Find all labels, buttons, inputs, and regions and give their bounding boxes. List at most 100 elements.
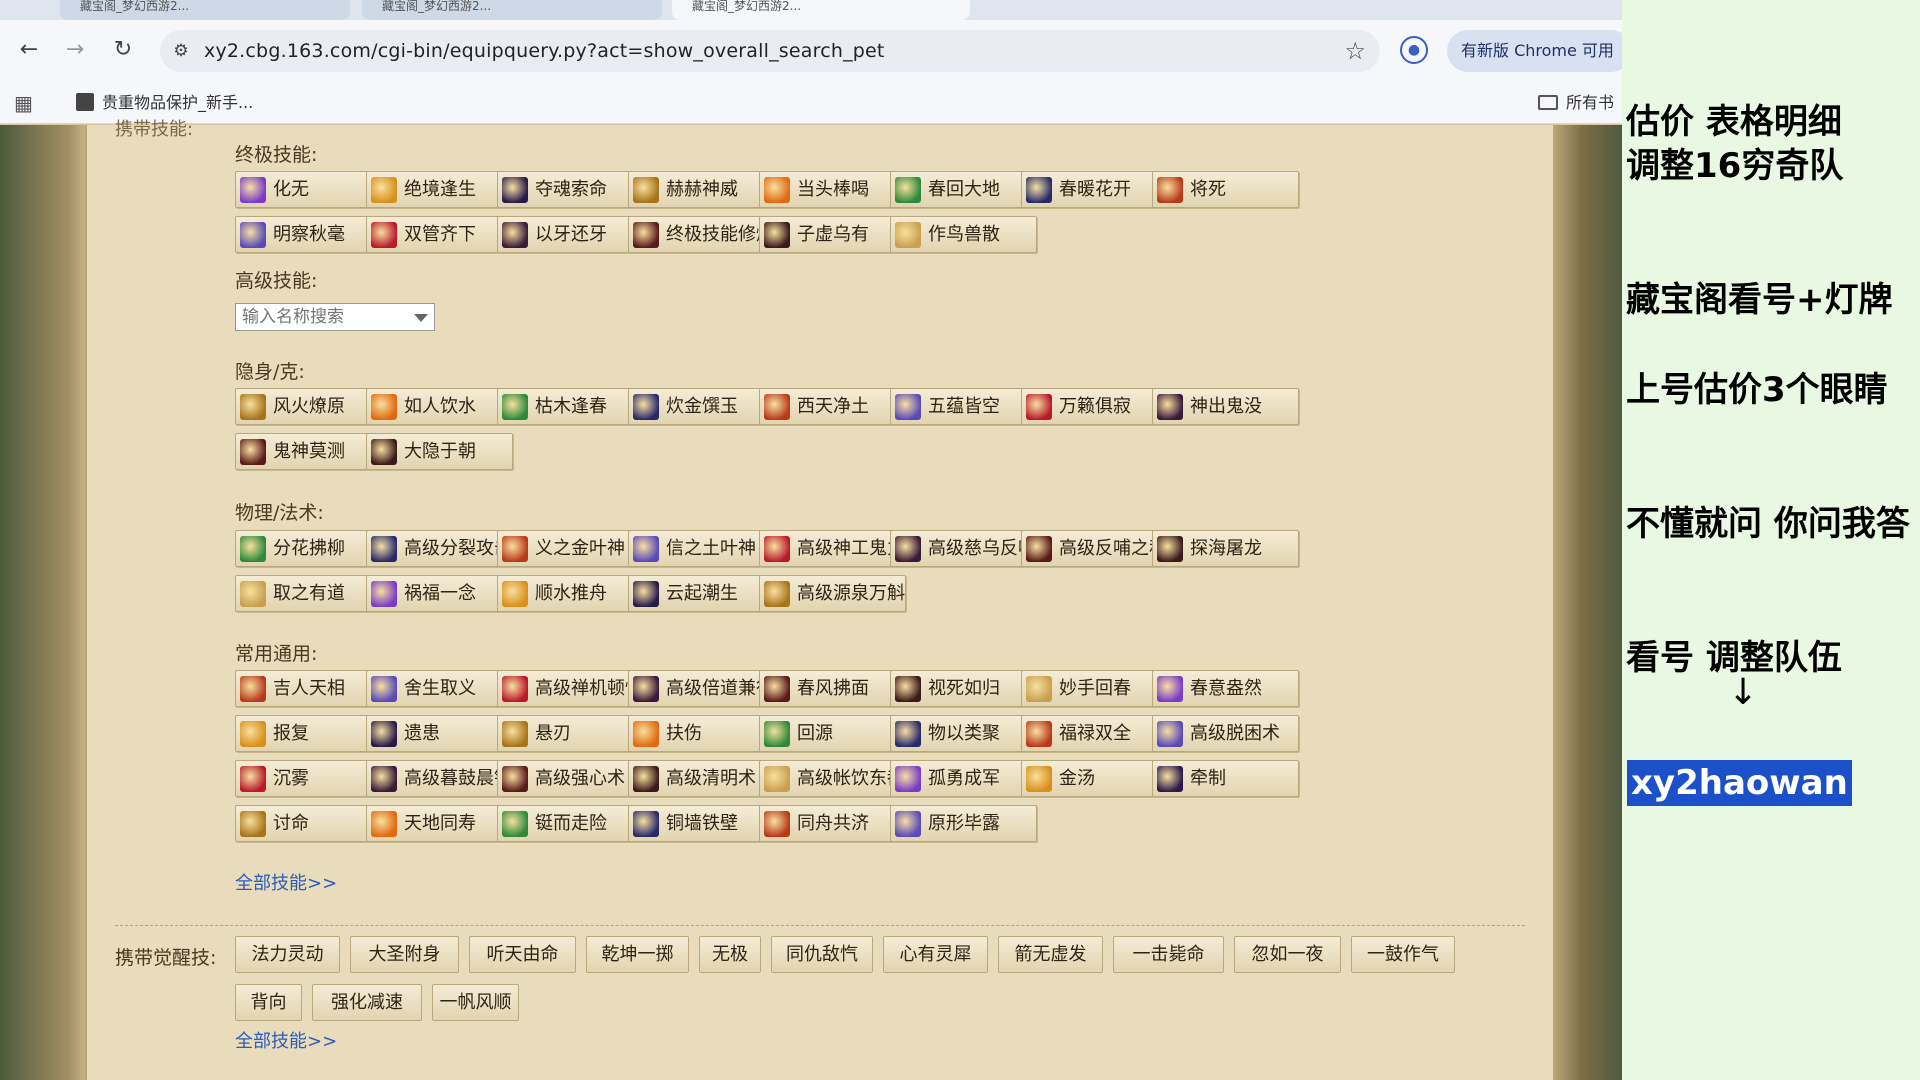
skill-button[interactable]: 报复	[235, 715, 382, 752]
skill-button[interactable]: 西天净土	[759, 388, 906, 425]
skill-button[interactable]: 铜墙铁壁	[628, 805, 775, 842]
skill-button[interactable]: 终极技能修炼	[628, 216, 775, 253]
awaken-skill-button[interactable]: 一击毙命	[1113, 936, 1224, 973]
skill-button[interactable]: 舍生取义	[366, 670, 513, 707]
skill-button[interactable]: 双管齐下	[366, 216, 513, 253]
skill-button[interactable]: 五蕴皆空	[890, 388, 1037, 425]
reload-icon[interactable]: ↻	[110, 37, 136, 63]
skill-button[interactable]: 同舟共济	[759, 805, 906, 842]
awaken-skill-button[interactable]: 乾坤一掷	[586, 936, 689, 973]
skill-button[interactable]: 高级倍道兼行	[628, 670, 775, 707]
star-icon[interactable]: ☆	[1344, 38, 1366, 64]
awaken-skill-button[interactable]: 心有灵犀	[883, 936, 988, 973]
skill-button[interactable]: 祸福一念	[366, 575, 513, 612]
skill-button[interactable]: 高级清明术	[628, 760, 775, 797]
skill-button[interactable]: 原形毕露	[890, 805, 1037, 842]
skill-button[interactable]: 以牙还牙	[497, 216, 644, 253]
skill-button[interactable]: 子虚乌有	[759, 216, 906, 253]
skill-button[interactable]: 讨命	[235, 805, 382, 842]
awaken-skill-button[interactable]: 法力灵动	[235, 936, 340, 973]
chevron-down-icon[interactable]	[414, 314, 428, 322]
skill-button[interactable]: 义之金叶神	[497, 530, 644, 567]
awaken-skill-button[interactable]: 一帆风顺	[432, 984, 519, 1021]
tab-3-active[interactable]: 藏宝阁_梦幻西游2...	[672, 0, 970, 20]
skill-search-input[interactable]	[236, 304, 406, 330]
awaken-skill-button[interactable]: 强化减速	[312, 984, 422, 1021]
update-chrome-button[interactable]: 有新版 Chrome 可用	[1447, 30, 1622, 72]
skill-button[interactable]: 神出鬼没	[1152, 388, 1299, 425]
skill-button[interactable]: 云起潮生	[628, 575, 775, 612]
awaken-skill-button[interactable]: 无极	[699, 936, 761, 973]
skill-search-select[interactable]	[235, 303, 435, 331]
skill-button[interactable]: 顺水推舟	[497, 575, 644, 612]
skill-button[interactable]: 高级源泉万斛	[759, 575, 906, 612]
skill-button[interactable]: 金汤	[1021, 760, 1168, 797]
skill-button[interactable]: 春回大地	[890, 171, 1037, 208]
skill-button[interactable]: 回源	[759, 715, 906, 752]
skill-button[interactable]: 万籁俱寂	[1021, 388, 1168, 425]
tab-2[interactable]: 藏宝阁_梦幻西游2...	[362, 0, 662, 20]
skill-button[interactable]: 高级神工鬼力	[759, 530, 906, 567]
skill-button[interactable]: 铤而走险	[497, 805, 644, 842]
skill-button[interactable]: 高级反哺之私	[1021, 530, 1168, 567]
bookmark-item[interactable]: 贵重物品保护_新手...	[76, 90, 253, 116]
skill-button[interactable]: 高级禅机顿悟	[497, 670, 644, 707]
skill-button[interactable]: 炊金馔玉	[628, 388, 775, 425]
skill-button[interactable]: 沉雾	[235, 760, 382, 797]
awaken-skill-button[interactable]: 忽如一夜	[1234, 936, 1341, 973]
skill-button[interactable]: 赫赫神威	[628, 171, 775, 208]
skill-button[interactable]: 探海屠龙	[1152, 530, 1299, 567]
skill-button[interactable]: 扶伤	[628, 715, 775, 752]
skill-button[interactable]: 春意盎然	[1152, 670, 1299, 707]
skill-button[interactable]: 高级慈乌反哺	[890, 530, 1037, 567]
skill-button[interactable]: 春风拂面	[759, 670, 906, 707]
skill-button[interactable]: 高级暮鼓晨钟	[366, 760, 513, 797]
all-bookmarks-button[interactable]: 所有书	[1538, 90, 1614, 116]
skill-button[interactable]: 高级脱困术	[1152, 715, 1299, 752]
skill-button[interactable]: 物以类聚	[890, 715, 1037, 752]
awaken-skill-button[interactable]: 听天由命	[469, 936, 576, 973]
awaken-skill-button[interactable]: 背向	[235, 984, 302, 1021]
skill-button[interactable]: 高级强心术	[497, 760, 644, 797]
skill-button[interactable]: 明察秋毫	[235, 216, 382, 253]
skill-button[interactable]: 高级分裂攻击	[366, 530, 513, 567]
skill-button[interactable]: 悬刃	[497, 715, 644, 752]
skill-button[interactable]: 风火燎原	[235, 388, 382, 425]
skill-button[interactable]: 鬼神莫测	[235, 433, 382, 470]
tab-1[interactable]: 藏宝阁_梦幻西游2...	[60, 0, 350, 20]
address-bar[interactable]: ⚙ xy2.cbg.163.com/cgi-bin/equipquery.py?…	[160, 30, 1380, 72]
arrow-left-icon[interactable]: ←	[16, 37, 42, 63]
skill-button[interactable]: 绝境逢生	[366, 171, 513, 208]
skill-button[interactable]: 妙手回春	[1021, 670, 1168, 707]
skill-button[interactable]: 高级帐饮东都	[759, 760, 906, 797]
skill-button[interactable]: 孤勇成军	[890, 760, 1037, 797]
skill-button[interactable]: 视死如归	[890, 670, 1037, 707]
skill-button[interactable]: 作鸟兽散	[890, 216, 1037, 253]
skill-button[interactable]: 大隐于朝	[366, 433, 513, 470]
skill-button[interactable]: 取之有道	[235, 575, 382, 612]
skill-button[interactable]: 牵制	[1152, 760, 1299, 797]
url-text[interactable]: xy2.cbg.163.com/cgi-bin/equipquery.py?ac…	[204, 40, 885, 62]
arrow-right-icon[interactable]: →	[62, 37, 88, 63]
skill-button[interactable]: 枯木逢春	[497, 388, 644, 425]
skill-button[interactable]: 化无	[235, 171, 382, 208]
skill-button[interactable]: 遗患	[366, 715, 513, 752]
skill-button[interactable]: 吉人天相	[235, 670, 382, 707]
skill-button[interactable]: 将死	[1152, 171, 1299, 208]
skill-button[interactable]: 天地同寿	[366, 805, 513, 842]
skill-button[interactable]: 如人饮水	[366, 388, 513, 425]
site-info-icon[interactable]: ⚙	[170, 40, 192, 62]
awaken-skill-button[interactable]: 箭无虚发	[998, 936, 1103, 973]
all-awaken-skills-link[interactable]: 全部技能>>	[235, 1031, 337, 1053]
apps-grid-icon[interactable]: ▦	[14, 92, 33, 114]
awaken-skill-button[interactable]: 大圣附身	[350, 936, 459, 973]
skill-button[interactable]: 信之土叶神	[628, 530, 775, 567]
awaken-skill-button[interactable]: 同仇敌忾	[771, 936, 873, 973]
awaken-skill-button[interactable]: 一鼓作气	[1351, 936, 1455, 973]
all-skills-link[interactable]: 全部技能>>	[235, 873, 337, 895]
skill-button[interactable]: 当头棒喝	[759, 171, 906, 208]
skill-button[interactable]: 夺魂索命	[497, 171, 644, 208]
skill-button[interactable]: 分花拂柳	[235, 530, 382, 567]
skill-button[interactable]: 福禄双全	[1021, 715, 1168, 752]
profile-icon[interactable]: ●	[1400, 36, 1428, 64]
